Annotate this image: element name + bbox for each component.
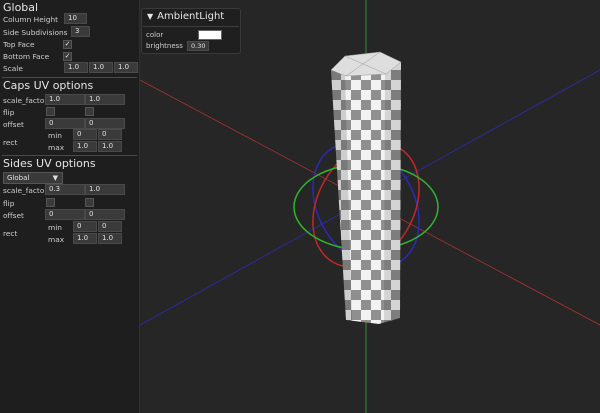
caps-scale-factor-u-field[interactable]: 1.0 — [45, 94, 85, 105]
caps-flip-label: flip — [3, 108, 15, 117]
caps-rect-max-label: max — [48, 143, 65, 152]
sides-rect-max-u-field[interactable]: 1.0 — [73, 233, 97, 244]
caps-rect-label: rect — [3, 138, 18, 147]
caps-scale-factor-v-field[interactable]: 1.0 — [85, 94, 125, 105]
global-section-title: Global — [3, 1, 39, 14]
bottom-face-checkbox[interactable]: ✓ — [63, 52, 72, 61]
sides-uv-mode-value: Global — [7, 174, 30, 182]
caps-offset-v-field[interactable]: 0 — [85, 118, 125, 129]
scale-y-field[interactable]: 1.0 — [89, 62, 113, 73]
caret-down-icon: ▼ — [52, 174, 58, 182]
scale-x-field[interactable]: 1.0 — [64, 62, 88, 73]
top-face-label: Top Face — [3, 40, 35, 49]
ambient-light-panel: ▼ AmbientLight color brightness 0.30 — [141, 8, 241, 54]
sides-rect-label: rect — [3, 229, 18, 238]
sides-offset-label: offset — [3, 211, 24, 220]
caps-rect-min-u-field[interactable]: 0 — [73, 129, 97, 140]
sidebar-panel: Global Column Height 10 Side Subdivision… — [0, 0, 140, 413]
scale-label: Scale — [3, 64, 23, 73]
caps-uv-section-title: Caps UV options — [3, 79, 94, 92]
brightness-label: brightness — [146, 42, 183, 50]
caps-flip-v-checkbox[interactable] — [85, 107, 94, 116]
color-swatch[interactable] — [198, 30, 222, 40]
column-height-label: Column Height — [3, 15, 59, 24]
sides-uv-section-title: Sides UV options — [3, 157, 96, 170]
ambient-light-header[interactable]: ▼ AmbientLight — [147, 11, 224, 22]
sides-flip-u-checkbox[interactable] — [46, 198, 55, 207]
side-subdivisions-field[interactable]: 3 — [71, 26, 90, 37]
sides-uv-mode-dropdown[interactable]: Global ▼ — [3, 172, 63, 184]
caps-scale-factor-label: scale_factor — [3, 96, 48, 105]
caps-rect-max-v-field[interactable]: 1.0 — [98, 141, 122, 152]
caps-offset-label: offset — [3, 120, 24, 129]
side-subdivisions-label: Side Subdivisions — [3, 28, 68, 37]
sides-rect-min-u-field[interactable]: 0 — [73, 221, 97, 232]
sides-rect-max-v-field[interactable]: 1.0 — [98, 233, 122, 244]
divider — [2, 155, 137, 156]
sides-offset-u-field[interactable]: 0 — [45, 209, 85, 220]
checkered-column-mesh — [330, 51, 402, 324]
bottom-face-label: Bottom Face — [3, 52, 50, 61]
sides-flip-v-checkbox[interactable] — [85, 198, 94, 207]
sides-scale-factor-label: scale_factor — [3, 186, 48, 195]
sides-rect-min-v-field[interactable]: 0 — [98, 221, 122, 232]
divider — [2, 77, 137, 78]
sides-scale-factor-v-field[interactable]: 1.0 — [85, 184, 125, 195]
caps-rect-min-v-field[interactable]: 0 — [98, 129, 122, 140]
caps-offset-u-field[interactable]: 0 — [45, 118, 85, 129]
sides-scale-factor-u-field[interactable]: 0.3 — [45, 184, 85, 195]
collapse-triangle-icon: ▼ — [147, 12, 154, 21]
column-height-field[interactable]: 10 — [64, 13, 87, 24]
caps-rect-min-label: min — [48, 131, 62, 140]
divider — [143, 26, 239, 27]
sides-rect-min-label: min — [48, 223, 62, 232]
color-label: color — [146, 31, 164, 39]
top-face-checkbox[interactable]: ✓ — [63, 40, 72, 49]
ambient-light-title: AmbientLight — [157, 11, 225, 22]
caps-rect-max-u-field[interactable]: 1.0 — [73, 141, 97, 152]
sides-rect-max-label: max — [48, 235, 65, 244]
sides-flip-label: flip — [3, 199, 15, 208]
scale-z-field[interactable]: 1.0 — [114, 62, 138, 73]
sides-offset-v-field[interactable]: 0 — [85, 209, 125, 220]
brightness-field[interactable]: 0.30 — [187, 41, 209, 51]
caps-flip-u-checkbox[interactable] — [46, 107, 55, 116]
